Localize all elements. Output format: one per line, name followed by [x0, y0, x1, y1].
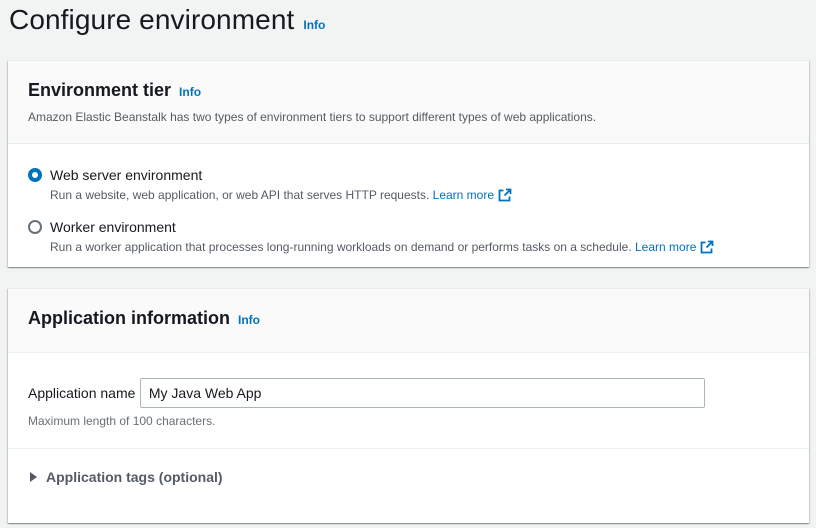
environment-tier-header: Environment tier Info Amazon Elastic Bea… [8, 61, 809, 144]
application-tags-label[interactable]: Application tags (optional) [46, 469, 223, 485]
page-header: Configure environment Info [9, 4, 325, 36]
page-title: Configure environment [9, 4, 295, 35]
radio-option-worker[interactable]: Worker environment Run a worker applicat… [28, 218, 789, 258]
environment-tier-title: Environment tier [28, 80, 172, 100]
web-server-radio[interactable] [28, 168, 42, 182]
worker-radio[interactable] [28, 220, 42, 234]
application-information-header: Application information Info [8, 289, 809, 353]
application-information-panel: Application information Info Application… [8, 288, 809, 523]
application-information-title: Application information [28, 308, 230, 328]
application-name-hint: Maximum length of 100 characters. [28, 414, 216, 428]
web-server-label[interactable]: Web server environment [50, 166, 512, 184]
application-name-label: Application name [28, 385, 136, 401]
page-info-link[interactable]: Info [303, 18, 325, 32]
application-name-field: Application name Maximum length of 100 c… [8, 353, 809, 428]
worker-description: Run a worker application that processes … [50, 239, 714, 258]
environment-tier-radio-group: Web server environment Run a website, we… [8, 144, 809, 258]
external-link-icon[interactable] [700, 240, 714, 258]
caret-right-icon[interactable] [30, 472, 37, 482]
application-information-info-link[interactable]: Info [238, 313, 260, 327]
environment-tier-description: Amazon Elastic Beanstalk has two types o… [28, 110, 597, 124]
environment-tier-panel: Environment tier Info Amazon Elastic Bea… [8, 60, 809, 267]
environment-tier-info-link[interactable]: Info [179, 85, 201, 99]
external-link-icon[interactable] [498, 188, 512, 206]
web-server-learn-more-link[interactable]: Learn more [433, 188, 494, 202]
web-server-description: Run a website, web application, or web A… [50, 187, 512, 206]
worker-label[interactable]: Worker environment [50, 218, 714, 236]
radio-option-web-server[interactable]: Web server environment Run a website, we… [28, 166, 789, 206]
application-name-input[interactable] [139, 378, 705, 408]
worker-learn-more-link[interactable]: Learn more [635, 240, 696, 254]
application-tags-expander[interactable]: Application tags (optional) [8, 449, 809, 485]
